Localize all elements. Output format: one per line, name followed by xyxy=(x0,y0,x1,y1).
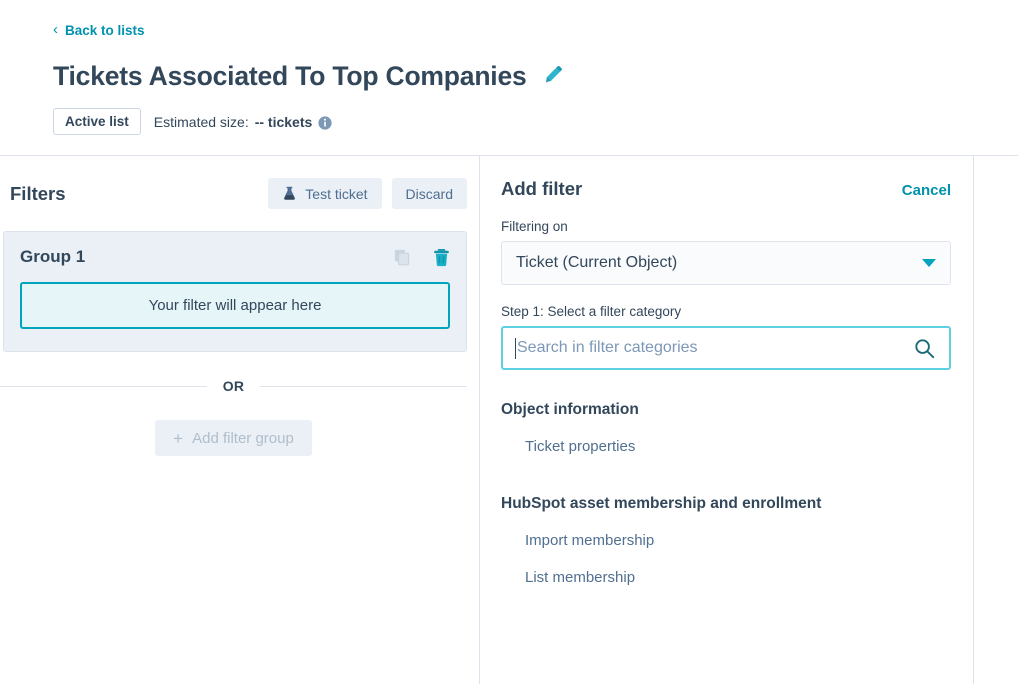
test-ticket-button[interactable]: Test ticket xyxy=(268,178,382,210)
list-type-badge[interactable]: Active list xyxy=(53,108,141,136)
back-to-lists-label: Back to lists xyxy=(65,22,145,38)
add-filter-group-button[interactable]: + Add filter group xyxy=(155,420,312,457)
pencil-icon[interactable] xyxy=(544,65,563,89)
category-section: HubSpot asset membership and enrollment … xyxy=(501,495,951,596)
category-item-list-membership[interactable]: List membership xyxy=(501,559,951,596)
chevron-down-icon xyxy=(922,259,936,268)
filters-pane: Filters Test ticket Discard Group 1 Your… xyxy=(0,156,479,684)
filter-group-actions xyxy=(394,248,450,267)
list-meta-row: Active list Estimated size: -- tickets xyxy=(53,108,1018,136)
page-header: ‹ Back to lists Tickets Associated To To… xyxy=(0,0,1018,136)
title-row: Tickets Associated To Top Companies xyxy=(53,61,1018,91)
filter-placeholder-box[interactable]: Your filter will appear here xyxy=(20,282,450,330)
category-section: Object information Ticket properties xyxy=(501,401,951,465)
filter-category-search[interactable]: Search in filter categories xyxy=(501,326,951,371)
category-item-ticket-properties[interactable]: Ticket properties xyxy=(501,428,951,465)
or-label: OR xyxy=(222,378,245,395)
back-to-lists-link[interactable]: ‹ Back to lists xyxy=(53,21,145,38)
category-section-heading: Object information xyxy=(501,401,639,419)
estimated-size-value: -- tickets xyxy=(254,113,313,130)
flask-icon xyxy=(282,186,297,201)
filtering-on-label: Filtering on xyxy=(501,219,568,235)
discard-button[interactable]: Discard xyxy=(391,178,467,210)
copy-icon[interactable] xyxy=(394,249,411,266)
test-ticket-label: Test ticket xyxy=(305,185,368,202)
add-filter-header: Add filter Cancel xyxy=(501,178,951,200)
panels-container: Filters Test ticket Discard Group 1 Your… xyxy=(0,155,1018,684)
filtering-on-select[interactable]: Ticket (Current Object) xyxy=(501,241,951,286)
list-filters-screen: ‹ Back to lists Tickets Associated To To… xyxy=(0,0,1018,684)
info-circle-icon[interactable] xyxy=(318,116,332,130)
trash-icon[interactable] xyxy=(433,248,450,267)
filters-toolbar: Filters Test ticket Discard xyxy=(0,178,467,210)
right-gutter xyxy=(974,156,1018,684)
add-filter-group-row: + Add filter group xyxy=(0,420,467,457)
category-section-heading: HubSpot asset membership and enrollment xyxy=(501,495,822,513)
filter-group-title: Group 1 xyxy=(20,247,86,267)
add-filter-title: Add filter xyxy=(501,178,583,200)
step-1-label: Step 1: Select a filter category xyxy=(501,304,682,320)
search-placeholder: Search in filter categories xyxy=(517,339,698,357)
page-title: Tickets Associated To Top Companies xyxy=(53,61,527,91)
add-filter-pane: Add filter Cancel Filtering on Ticket (C… xyxy=(479,156,974,684)
cancel-link[interactable]: Cancel xyxy=(902,182,951,199)
filter-group-header: Group 1 xyxy=(20,247,450,267)
or-divider: OR xyxy=(0,378,467,394)
filter-placeholder-text: Your filter will appear here xyxy=(148,297,322,315)
search-icon[interactable] xyxy=(914,338,935,359)
category-item-import-membership[interactable]: Import membership xyxy=(501,522,951,559)
estimated-size: Estimated size: -- tickets xyxy=(154,114,333,130)
chevron-left-icon: ‹ xyxy=(53,21,58,38)
filtering-on-value: Ticket (Current Object) xyxy=(516,254,678,272)
filter-group-card: Group 1 Your filter will appear here xyxy=(3,231,467,353)
add-filter-group-label: Add filter group xyxy=(192,429,294,447)
estimated-size-label: Estimated size: xyxy=(153,113,249,130)
filters-heading: Filters xyxy=(10,182,66,204)
plus-icon: + xyxy=(173,428,184,448)
text-cursor xyxy=(515,337,516,359)
